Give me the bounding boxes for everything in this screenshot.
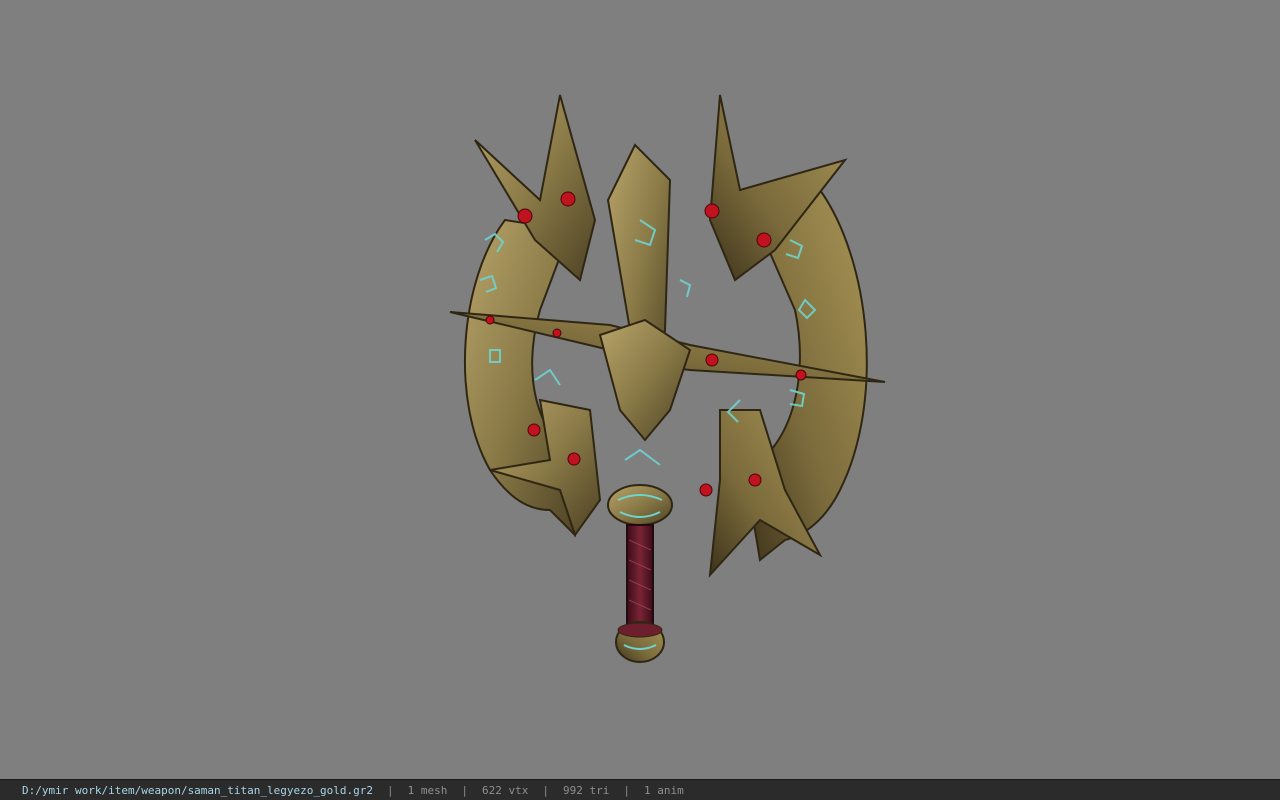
triangle-count: 992 tri [562,783,610,797]
file-path: D:/ymir work/item/weapon/saman_titan_leg… [22,783,373,797]
mesh-count: 1 mesh [407,783,448,797]
separator: | [461,783,468,797]
status-bar: D:/ymir work/item/weapon/saman_titan_leg… [0,779,1280,800]
separator: | [387,783,394,797]
battle-axe-model-icon[interactable] [430,80,900,680]
separator: | [542,783,549,797]
anim-count: 1 anim [643,783,684,797]
3d-viewport[interactable] [0,0,1280,779]
vertex-count: 622 vtx [482,783,529,797]
separator: | [623,783,630,797]
